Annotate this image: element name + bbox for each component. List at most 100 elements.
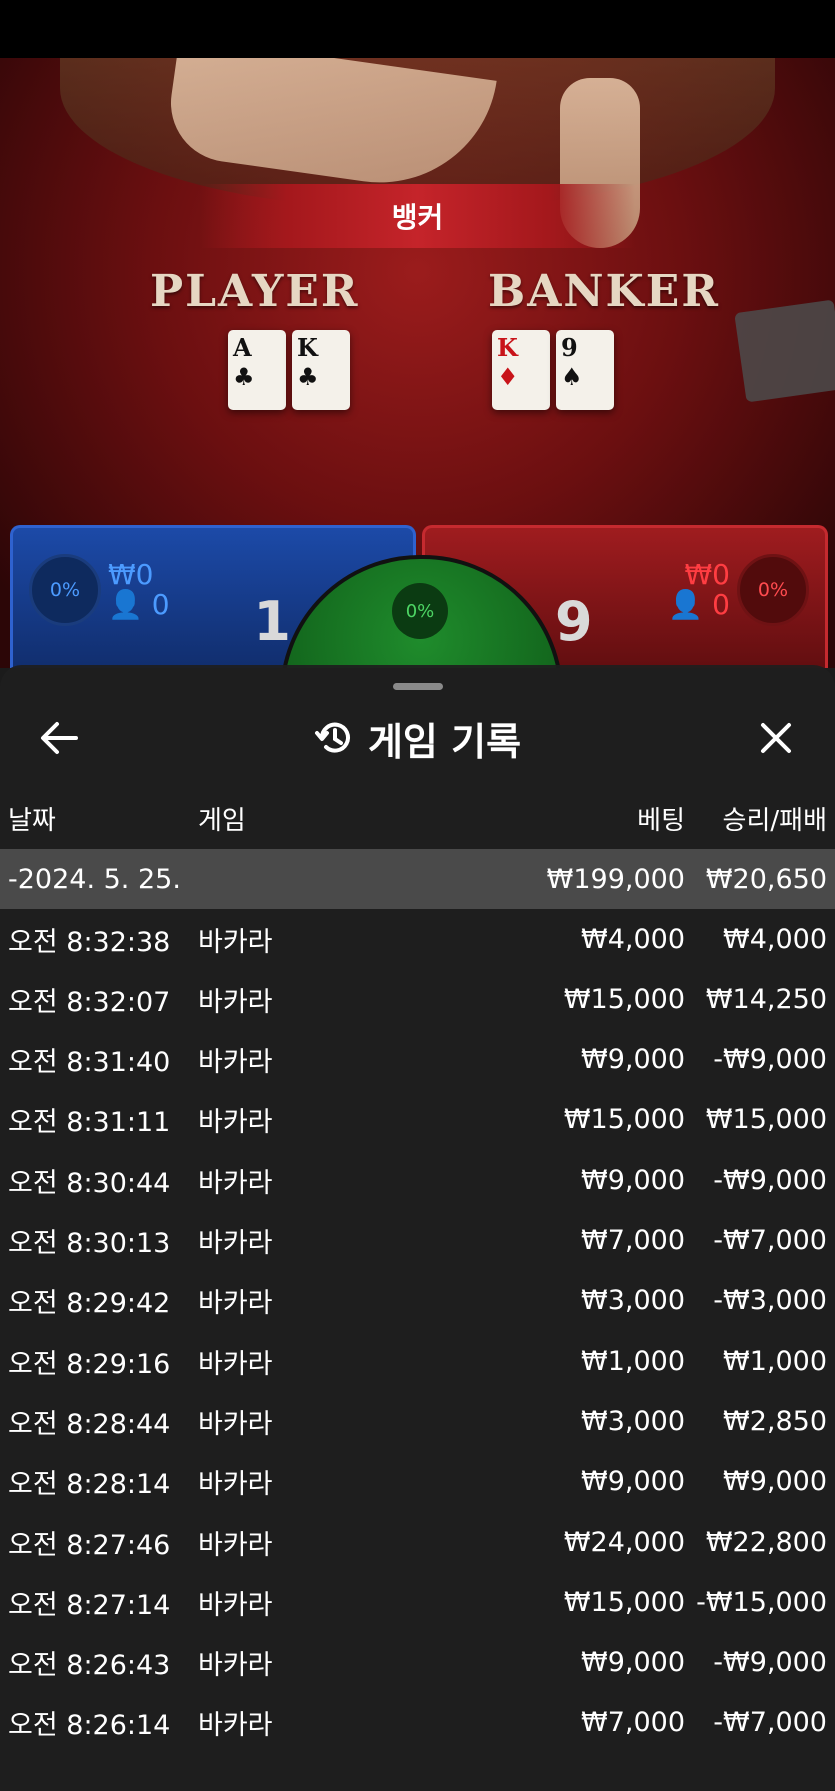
history-row-time: 오전 8:30:13 bbox=[8, 1228, 171, 1259]
history-row-time: 오전 8:27:46 bbox=[8, 1529, 171, 1561]
history-row-bet: ₩3,000 bbox=[581, 1285, 685, 1317]
history-row[interactable]: 오전 8:28:44 바카라 ₩3,000 ₩2,850 bbox=[0, 1391, 835, 1451]
history-row-result: -₩3,000 bbox=[713, 1285, 827, 1317]
result-banner: 뱅커 bbox=[200, 184, 635, 248]
history-row[interactable]: 오전 8:30:44 바카라 ₩9,000 -₩9,000 bbox=[0, 1150, 835, 1210]
banker-score: 9 bbox=[555, 590, 593, 653]
history-row-time: 오전 8:29:16 bbox=[8, 1348, 171, 1380]
history-row-bet: ₩7,000 bbox=[581, 1225, 685, 1256]
history-row-result: -₩9,000 bbox=[713, 1164, 827, 1196]
history-row-game: 바카라 bbox=[198, 1288, 273, 1320]
history-row-time: 오전 8:27:14 bbox=[8, 1589, 171, 1621]
player-card-2: K ♣ bbox=[292, 330, 350, 410]
history-row-game: 바카라 bbox=[198, 1408, 273, 1440]
history-row[interactable]: 오전 8:32:38 바카라 ₩4,000 ₩4,000 bbox=[0, 909, 835, 969]
history-row[interactable]: 오전 8:31:11 바카라 ₩15,000 ₩15,000 bbox=[0, 1090, 835, 1150]
person-icon: 👤 bbox=[668, 588, 704, 621]
history-row-result: ₩22,800 bbox=[705, 1526, 827, 1558]
date-group-date: -2024. 5. 25. bbox=[8, 863, 181, 895]
sheet-header: 게임 기록 bbox=[0, 695, 835, 781]
history-row[interactable]: 오전 8:31:40 바카라 ₩9,000 -₩9,000 bbox=[0, 1030, 835, 1090]
status-bar bbox=[0, 0, 835, 58]
history-row-bet: ₩15,000 bbox=[563, 983, 685, 1015]
banker-card-2: 9 ♠ bbox=[556, 330, 614, 410]
history-row-time: 오전 8:29:42 bbox=[8, 1288, 171, 1320]
history-row-result: -₩15,000 bbox=[696, 1586, 827, 1618]
history-row-game: 바카라 bbox=[198, 1348, 273, 1380]
history-row-bet: ₩4,000 bbox=[581, 923, 685, 955]
history-row-bet: ₩15,000 bbox=[563, 1586, 685, 1618]
history-row-game: 바카라 bbox=[198, 1228, 273, 1259]
column-header-win-loss: 승리/패배 bbox=[722, 806, 827, 836]
history-row-bet: ₩7,000 bbox=[581, 1707, 685, 1739]
close-button[interactable] bbox=[747, 709, 805, 767]
banker-bet-stats: ₩0 👤 0 bbox=[668, 560, 730, 620]
history-row[interactable]: 오전 8:30:13 바카라 ₩7,000 -₩7,000 bbox=[0, 1211, 835, 1271]
history-row-result: ₩9,000 bbox=[723, 1466, 827, 1498]
banker-bettor-count: 👤 0 bbox=[668, 588, 730, 621]
history-row[interactable]: 오전 8:29:42 바카라 ₩3,000 -₩3,000 bbox=[0, 1271, 835, 1331]
history-row-time: 오전 8:28:14 bbox=[8, 1469, 171, 1501]
history-row[interactable]: 오전 8:32:07 바카라 ₩15,000 ₩14,250 bbox=[0, 969, 835, 1029]
column-header-bet: 베팅 bbox=[637, 806, 685, 836]
history-row-game: 바카라 bbox=[198, 1167, 273, 1199]
history-row[interactable]: 오전 8:29:16 바카라 ₩1,000 ₩1,000 bbox=[0, 1331, 835, 1391]
history-row[interactable]: 오전 8:28:14 바카라 ₩9,000 ₩9,000 bbox=[0, 1452, 835, 1512]
tie-percent: 0% bbox=[392, 583, 448, 639]
history-row-game: 바카라 bbox=[198, 1047, 273, 1079]
history-row-game: 바카라 bbox=[198, 926, 273, 958]
history-row-time: 오전 8:31:11 bbox=[8, 1107, 171, 1139]
history-row-time: 오전 8:28:44 bbox=[8, 1408, 171, 1440]
date-group-bet-total: ₩199,000 bbox=[546, 863, 685, 895]
column-header-date: 날짜 bbox=[8, 806, 56, 836]
history-row-bet: ₩9,000 bbox=[581, 1164, 685, 1196]
history-row-time: 오전 8:26:14 bbox=[8, 1710, 171, 1742]
banker-bet-amount: ₩0 bbox=[684, 558, 731, 591]
player-percent: 0% bbox=[29, 554, 101, 626]
history-row-result: -₩9,000 bbox=[713, 1647, 827, 1679]
history-row-bet: ₩9,000 bbox=[581, 1466, 685, 1498]
history-row[interactable]: 오전 8:26:14 바카라 ₩7,000 -₩7,000 bbox=[0, 1693, 835, 1753]
history-row-game: 바카라 bbox=[198, 1529, 273, 1561]
history-row-bet: ₩1,000 bbox=[581, 1345, 685, 1377]
date-group-row[interactable]: -2024. 5. 25. ₩199,000 ₩20,650 bbox=[0, 849, 835, 909]
banker-label: BANKER bbox=[488, 266, 720, 317]
history-row-result: -₩7,000 bbox=[713, 1707, 827, 1739]
player-label: PLAYER bbox=[150, 266, 360, 317]
close-icon bbox=[761, 723, 791, 753]
history-row-game: 바카라 bbox=[198, 1107, 273, 1139]
history-row-result: ₩4,000 bbox=[723, 923, 827, 955]
player-bettor-count: 👤 0 bbox=[108, 588, 170, 621]
banker-card-1: K ♦ bbox=[492, 330, 550, 410]
history-row-bet: ₩15,000 bbox=[563, 1104, 685, 1136]
history-row[interactable]: 오전 8:27:14 바카라 ₩15,000 -₩15,000 bbox=[0, 1572, 835, 1632]
history-row-game: 바카라 bbox=[198, 1469, 273, 1501]
history-row-result: ₩14,250 bbox=[705, 983, 827, 1015]
drag-handle[interactable] bbox=[393, 683, 443, 690]
history-row-bet: ₩3,000 bbox=[581, 1405, 685, 1437]
history-row-bet: ₩9,000 bbox=[581, 1647, 685, 1679]
history-row-bet: ₩24,000 bbox=[563, 1526, 685, 1558]
history-row-game: 바카라 bbox=[198, 1650, 273, 1682]
sheet-title: 게임 기록 bbox=[367, 719, 522, 764]
card-shoe bbox=[734, 299, 835, 403]
history-row-game: 바카라 bbox=[198, 1710, 273, 1742]
history-row[interactable]: 오전 8:26:43 바카라 ₩9,000 -₩9,000 bbox=[0, 1633, 835, 1693]
history-row-result: -₩9,000 bbox=[713, 1044, 827, 1076]
history-row-result: ₩1,000 bbox=[723, 1345, 827, 1377]
history-row-game: 바카라 bbox=[198, 986, 273, 1018]
history-row-result: -₩7,000 bbox=[713, 1225, 827, 1256]
column-header-game: 게임 bbox=[198, 806, 246, 836]
person-icon: 👤 bbox=[108, 588, 143, 621]
history-row[interactable]: 오전 8:27:46 바카라 ₩24,000 ₩22,800 bbox=[0, 1512, 835, 1572]
history-row-game: 바카라 bbox=[198, 1589, 273, 1621]
player-bet-stats: ₩0 👤 0 bbox=[108, 560, 170, 620]
history-clock-icon bbox=[314, 722, 350, 753]
history-row-time: 오전 8:32:07 bbox=[8, 986, 171, 1018]
date-group-win-total: ₩20,650 bbox=[705, 863, 827, 895]
history-row-result: ₩15,000 bbox=[705, 1104, 827, 1136]
history-row-time: 오전 8:30:44 bbox=[8, 1167, 171, 1199]
game-history-sheet: 게임 기록 날짜 게임 베팅 승리/패배 -2024. 5. 25. ₩199,… bbox=[0, 665, 835, 1791]
history-row-time: 오전 8:31:40 bbox=[8, 1047, 171, 1079]
banker-percent: 0% bbox=[737, 554, 809, 626]
